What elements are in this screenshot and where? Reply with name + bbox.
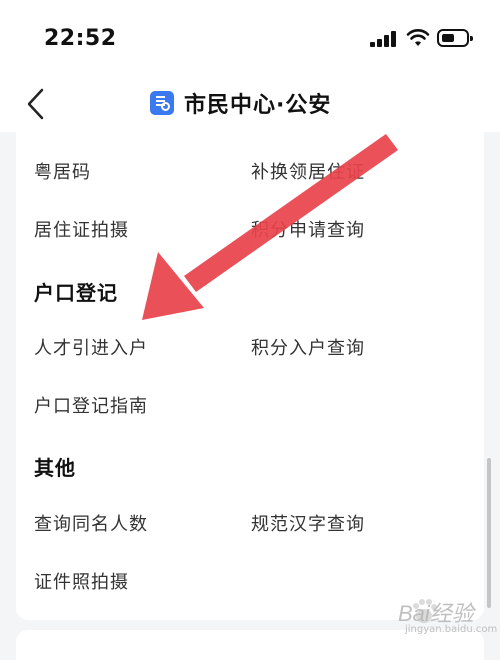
section-title-other: 其他 [34,456,76,480]
page-title: 市民中心·公安 [184,93,332,118]
signal-icon [370,31,398,47]
service-item-replace-residence-permit[interactable]: 补换领居住证 [251,158,365,184]
title-group: 市民中心·公安 [150,88,331,118]
service-item-points-settlement-query[interactable]: 积分入户查询 [251,334,365,360]
service-item-talent-settlement[interactable]: 人才引进入户 [34,334,148,360]
watermark-subtext: jingyan.baidu.com [405,624,498,635]
service-item-hukou-guide[interactable]: 户口登记指南 [34,392,148,418]
service-item-id-photo[interactable]: 证件照拍摄 [34,568,129,594]
document-icon [150,91,174,115]
status-bar: 22:52 [0,0,500,76]
nav-bar: 市民中心·公安 [0,76,500,132]
service-item-points-application-query[interactable]: 积分申请查询 [251,216,365,242]
battery-icon [437,29,473,47]
wifi-icon [406,29,430,46]
service-item-residence-permit-photo[interactable]: 居住证拍摄 [34,216,129,242]
service-card [16,132,484,620]
service-item-yuejuma[interactable]: 粤居码 [34,158,91,184]
status-time: 22:52 [44,26,117,51]
service-item-same-name-query[interactable]: 查询同名人数 [34,510,148,536]
back-arrow-icon[interactable] [22,86,52,122]
service-item-standard-chinese-query[interactable]: 规范汉字查询 [251,510,365,536]
section-title-hukou: 户口登记 [34,281,118,305]
